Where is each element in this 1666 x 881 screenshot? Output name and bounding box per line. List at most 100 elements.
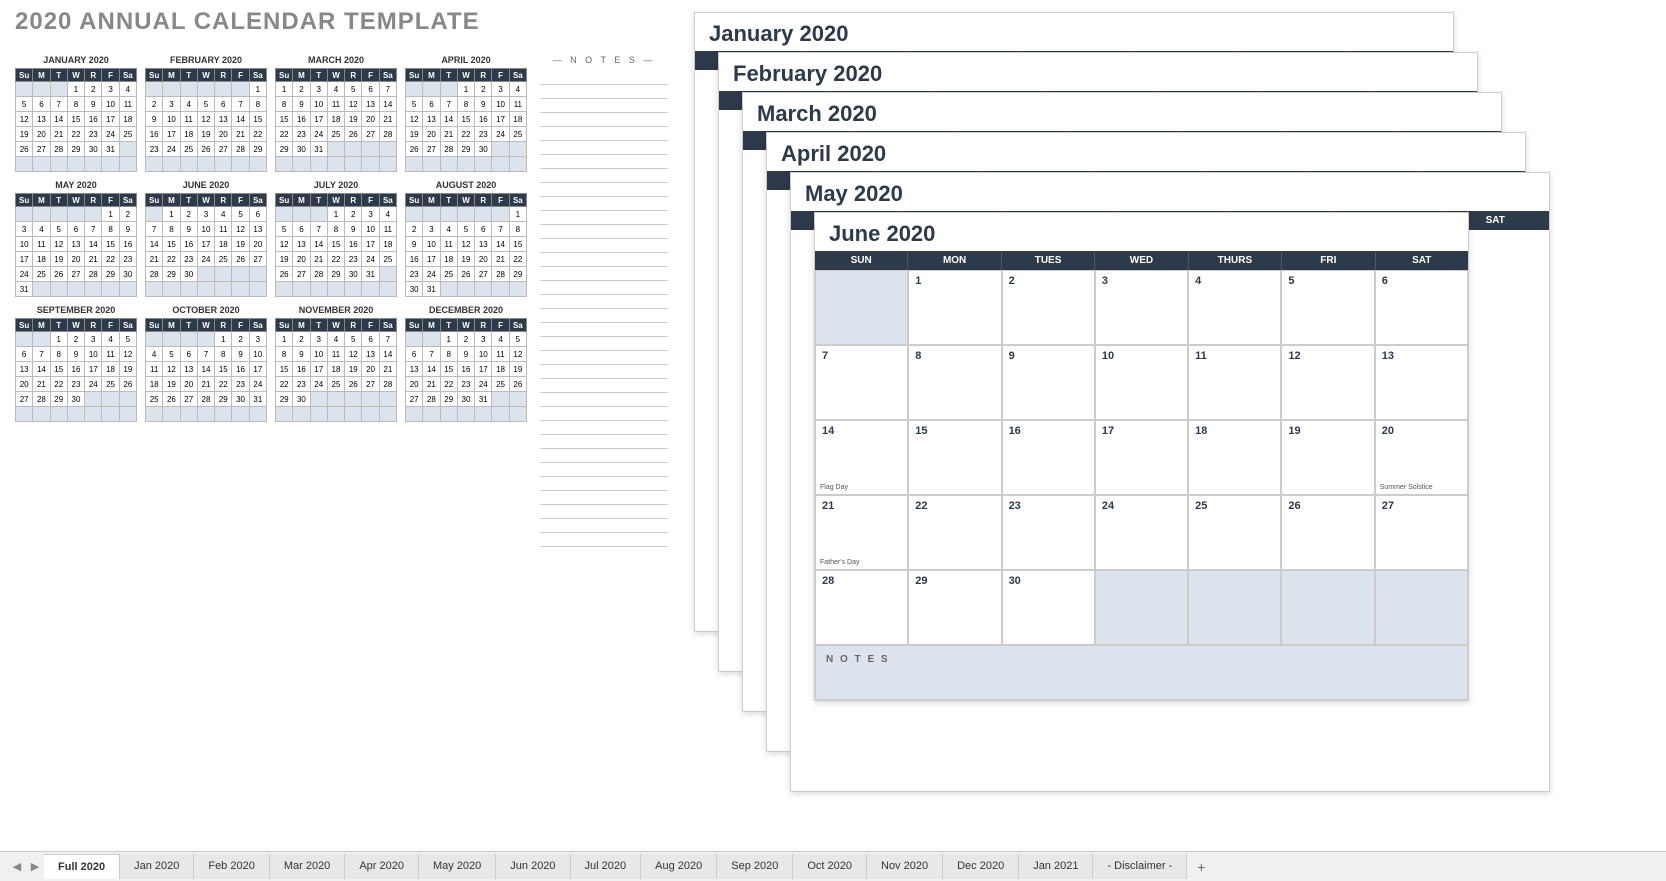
sheet-tab[interactable]: Jun 2020	[496, 854, 570, 879]
notes-line[interactable]	[540, 225, 668, 239]
day-cell[interactable]: 16	[1002, 420, 1095, 495]
day-cell[interactable]: 12	[1281, 345, 1374, 420]
notes-line[interactable]	[540, 211, 668, 225]
mini-day-cell: 12	[509, 347, 526, 362]
day-cell[interactable]: 22	[908, 495, 1001, 570]
day-cell[interactable]: 18	[1188, 420, 1281, 495]
day-cell[interactable]	[1188, 570, 1281, 645]
day-cell[interactable]: 25	[1188, 495, 1281, 570]
day-cell[interactable]: 21Father's Day	[815, 495, 908, 570]
mini-day-cell: 31	[423, 282, 440, 297]
sheet-tab[interactable]: Jan 2021	[1019, 854, 1093, 879]
sheet-tab[interactable]: Dec 2020	[943, 854, 1019, 879]
notes-line[interactable]	[540, 295, 668, 309]
day-cell[interactable]	[1281, 570, 1374, 645]
notes-line[interactable]	[540, 365, 668, 379]
notes-line[interactable]	[540, 99, 668, 113]
notes-line[interactable]	[540, 379, 668, 393]
day-cell[interactable]	[815, 270, 908, 345]
notes-line[interactable]	[540, 449, 668, 463]
notes-line[interactable]	[540, 463, 668, 477]
mini-day-cell: 22	[50, 377, 67, 392]
notes-line[interactable]	[540, 169, 668, 183]
notes-line[interactable]	[540, 393, 668, 407]
day-cell[interactable]: 14Flag Day	[815, 420, 908, 495]
day-cell[interactable]: 27	[1375, 495, 1468, 570]
mini-day-header: M	[163, 194, 180, 207]
notes-line[interactable]	[540, 197, 668, 211]
day-cell[interactable]: 17	[1095, 420, 1188, 495]
sheet-tab[interactable]: Feb 2020	[194, 854, 269, 879]
day-cell[interactable]: 26	[1281, 495, 1374, 570]
notes-line[interactable]	[540, 113, 668, 127]
tab-scroll-left-icon[interactable]: ◀	[8, 860, 26, 873]
notes-line[interactable]	[540, 127, 668, 141]
notes-line[interactable]	[540, 71, 668, 85]
sheet-tab[interactable]: Mar 2020	[270, 854, 345, 879]
day-cell[interactable]: 11	[1188, 345, 1281, 420]
day-cell[interactable]: 29	[908, 570, 1001, 645]
add-sheet-button[interactable]: +	[1187, 859, 1215, 875]
day-cell[interactable]: 23	[1002, 495, 1095, 570]
sheet-tab[interactable]: Jan 2020	[120, 854, 194, 879]
notes-line[interactable]	[540, 351, 668, 365]
day-cell[interactable]: 5	[1281, 270, 1374, 345]
notes-line[interactable]	[540, 85, 668, 99]
month-notes[interactable]: N O T E S	[815, 645, 1468, 700]
day-cell[interactable]: 8	[908, 345, 1001, 420]
day-cell[interactable]: 15	[908, 420, 1001, 495]
sheet-tab[interactable]: Aug 2020	[641, 854, 717, 879]
notes-line[interactable]	[540, 155, 668, 169]
mini-day-cell: 13	[180, 362, 197, 377]
mini-day-header: Su	[406, 69, 423, 82]
day-cell[interactable]: 24	[1095, 495, 1188, 570]
mini-day-cell: 27	[423, 142, 440, 157]
sheet-tab[interactable]: Nov 2020	[867, 854, 943, 879]
sheet-tab[interactable]: Oct 2020	[793, 854, 867, 879]
notes-line[interactable]	[540, 323, 668, 337]
mini-day-header: T	[310, 319, 327, 332]
day-cell[interactable]: 30	[1002, 570, 1095, 645]
notes-line[interactable]	[540, 477, 668, 491]
day-cell[interactable]	[1095, 570, 1188, 645]
sheet-tab[interactable]: Sep 2020	[717, 854, 793, 879]
sheet-tab[interactable]: Jul 2020	[571, 854, 642, 879]
day-cell[interactable]: 1	[908, 270, 1001, 345]
mini-day-header: W	[67, 194, 84, 207]
day-cell[interactable]: 6	[1375, 270, 1468, 345]
sheet-tab[interactable]: - Disclaimer -	[1093, 854, 1187, 879]
day-cell[interactable]: 2	[1002, 270, 1095, 345]
mini-day-cell	[232, 407, 249, 422]
sheet-tab[interactable]: Apr 2020	[345, 854, 419, 879]
notes-line[interactable]	[540, 505, 668, 519]
mini-day-cell: 25	[379, 252, 396, 267]
notes-line[interactable]	[540, 239, 668, 253]
day-cell[interactable]: 4	[1188, 270, 1281, 345]
mini-day-cell: 4	[492, 332, 509, 347]
day-cell[interactable]: 10	[1095, 345, 1188, 420]
tab-scroll-right-icon[interactable]: ▶	[26, 860, 44, 873]
notes-line[interactable]	[540, 267, 668, 281]
day-cell[interactable]: 13	[1375, 345, 1468, 420]
notes-line[interactable]	[540, 435, 668, 449]
sheet-tab[interactable]: Full 2020	[44, 854, 120, 879]
day-cell[interactable]: 3	[1095, 270, 1188, 345]
notes-line[interactable]	[540, 421, 668, 435]
day-cell[interactable]: 20Summer Solstice	[1375, 420, 1468, 495]
notes-line[interactable]	[540, 533, 668, 547]
sheet-tab[interactable]: May 2020	[419, 854, 496, 879]
notes-line[interactable]	[540, 337, 668, 351]
day-cell[interactable]: 7	[815, 345, 908, 420]
notes-line[interactable]	[540, 141, 668, 155]
notes-line[interactable]	[540, 407, 668, 421]
notes-line[interactable]	[540, 519, 668, 533]
notes-line[interactable]	[540, 281, 668, 295]
notes-line[interactable]	[540, 309, 668, 323]
day-cell[interactable]: 9	[1002, 345, 1095, 420]
day-cell[interactable]: 28	[815, 570, 908, 645]
day-cell[interactable]: 19	[1281, 420, 1374, 495]
day-cell[interactable]	[1375, 570, 1468, 645]
notes-line[interactable]	[540, 491, 668, 505]
notes-line[interactable]	[540, 183, 668, 197]
notes-line[interactable]	[540, 253, 668, 267]
